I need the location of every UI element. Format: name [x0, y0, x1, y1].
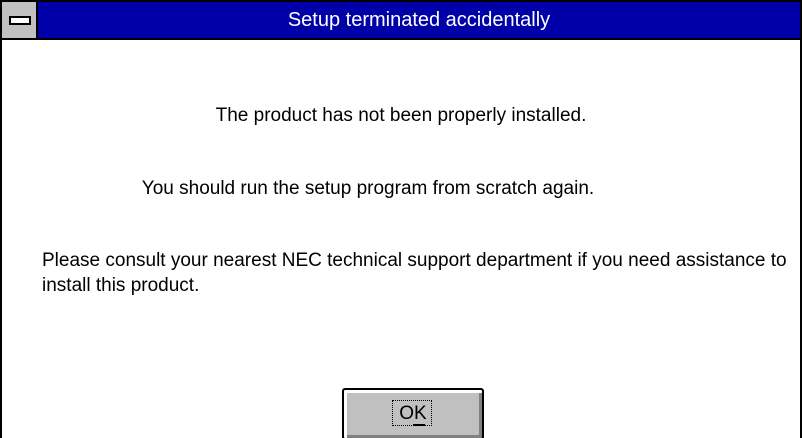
mnemonic-underline — [413, 424, 425, 426]
ok-button[interactable]: OK — [342, 388, 484, 438]
minus-icon — [9, 16, 31, 25]
title-bar: Setup terminated accidentally — [2, 2, 800, 40]
message-run-setup-again: You should run the setup program from sc… — [141, 178, 595, 199]
window-title: Setup terminated accidentally — [287, 9, 551, 31]
system-menu-button[interactable] — [2, 2, 38, 38]
setup-error-dialog: Setup terminated accidentally The produc… — [0, 0, 802, 438]
ok-button-label: OK — [399, 403, 427, 424]
message-contact-support: Please consult your nearest NEC technica… — [42, 250, 787, 296]
message-not-installed: The product has not been properly instal… — [215, 105, 587, 126]
